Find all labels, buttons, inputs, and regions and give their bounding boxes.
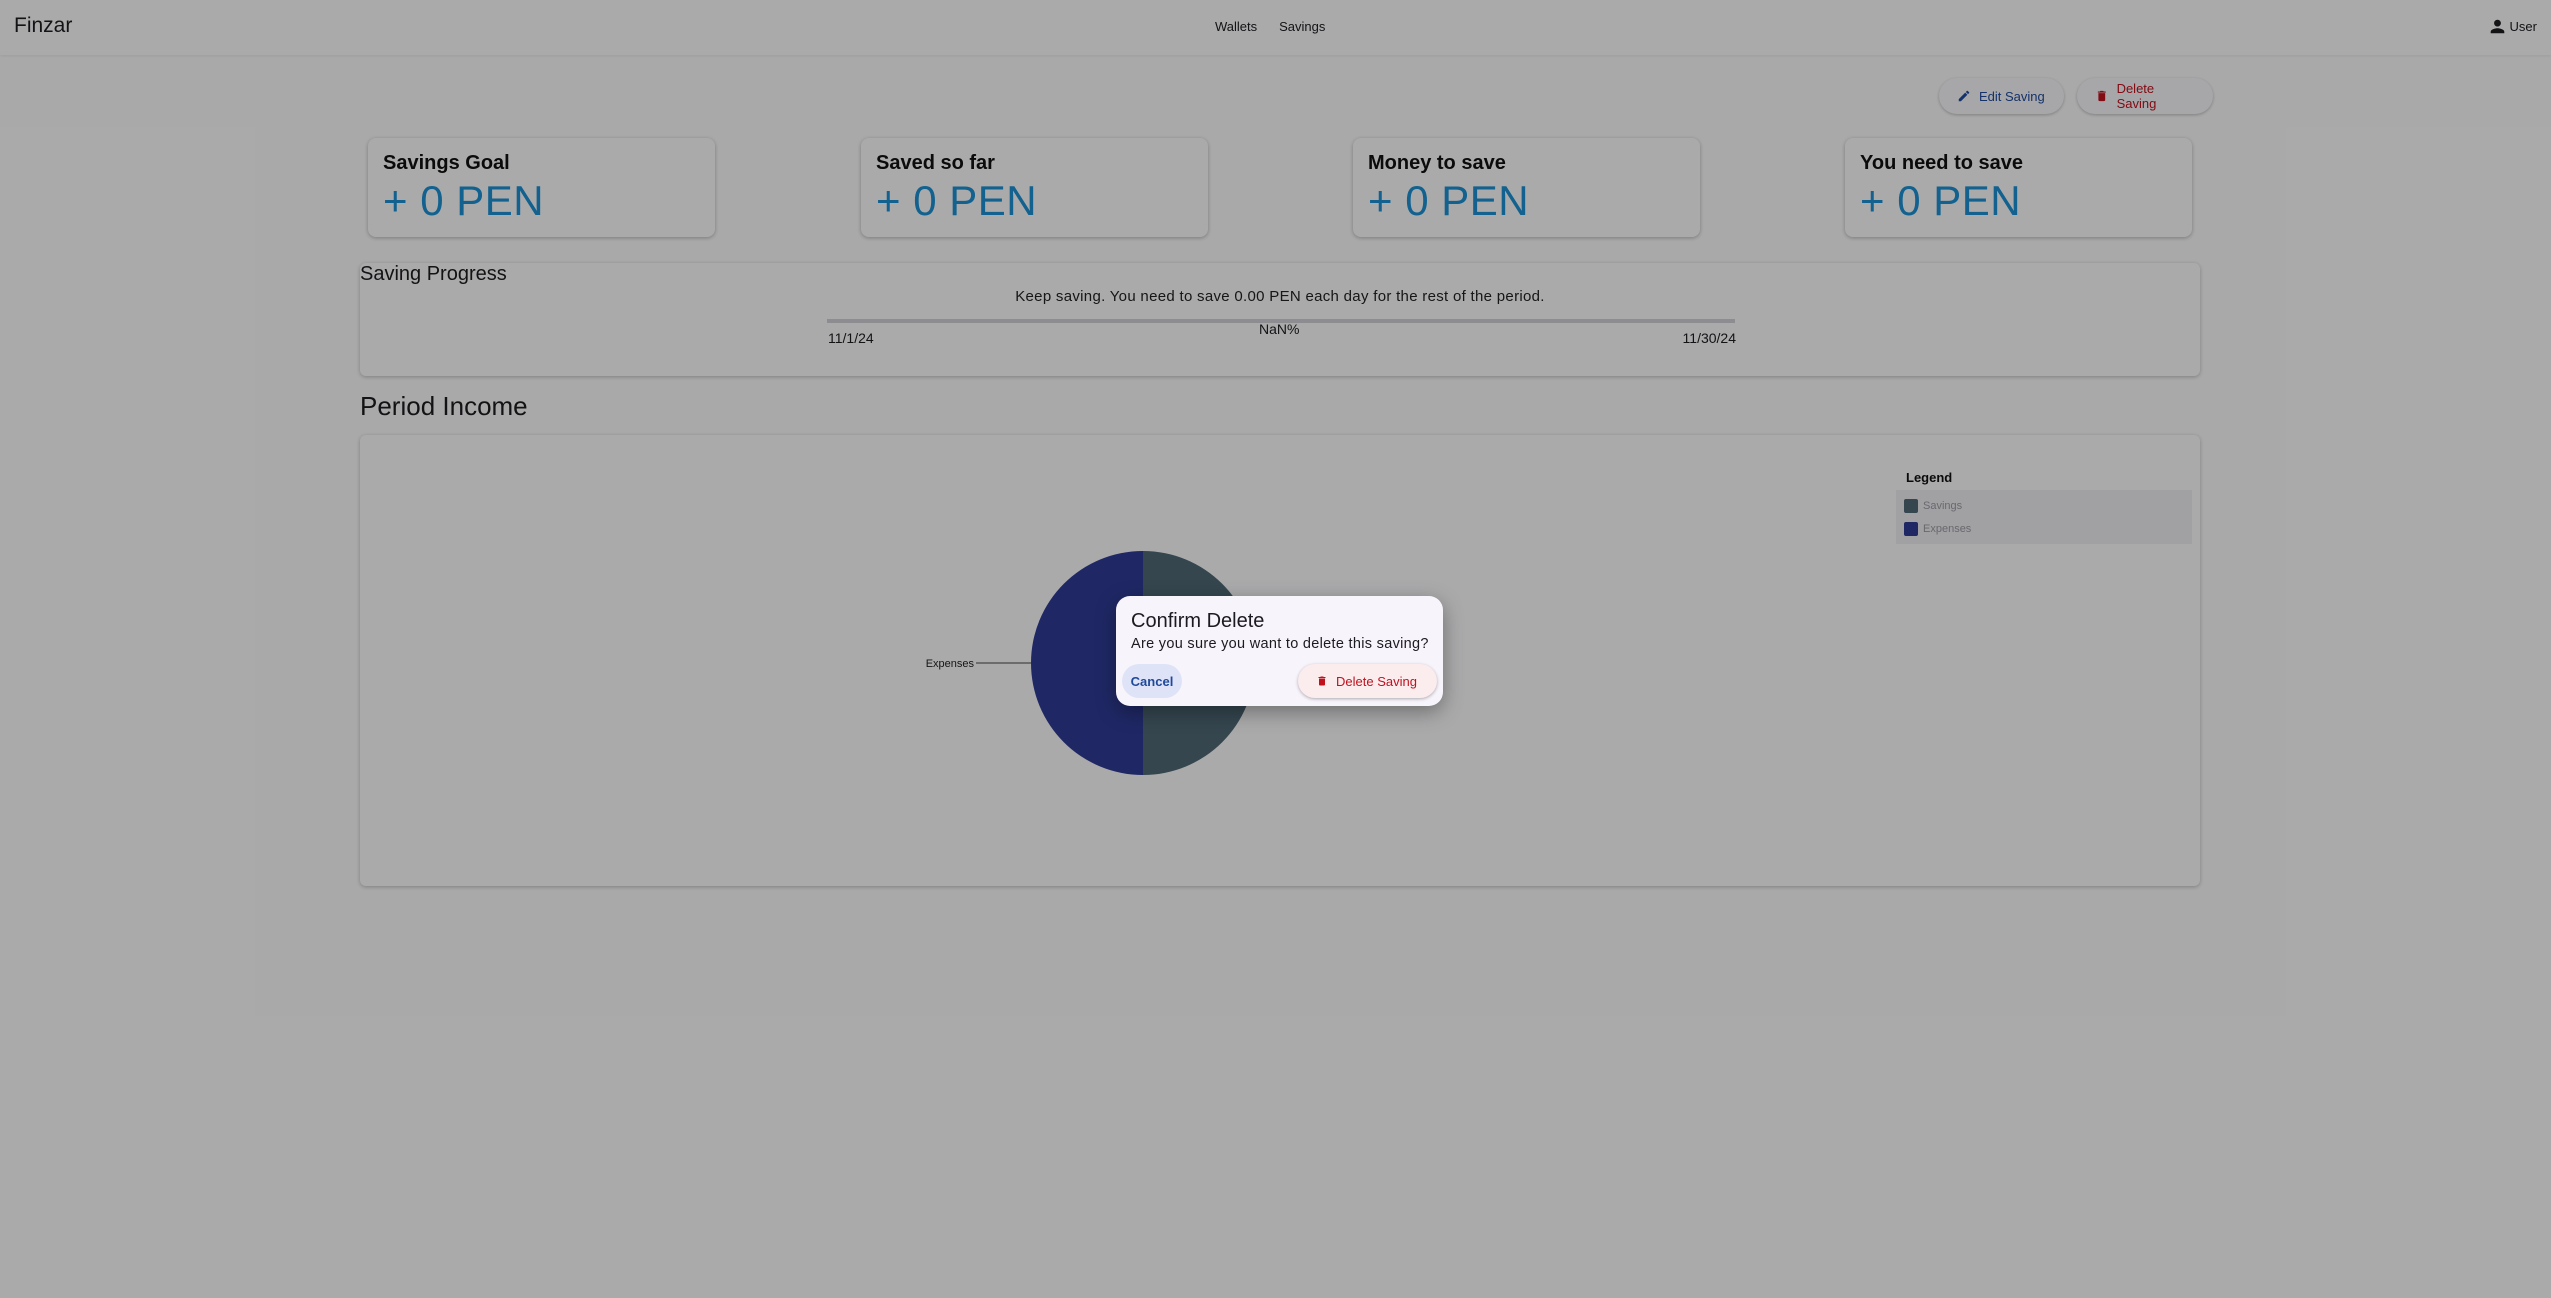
cancel-button[interactable]: Cancel	[1122, 664, 1182, 698]
confirm-delete-label: Delete Saving	[1336, 673, 1417, 689]
confirm-delete-dialog: Confirm Delete Are you sure you want to …	[1116, 596, 1443, 706]
confirm-delete-button[interactable]: Delete Saving	[1298, 664, 1437, 698]
dialog-title: Confirm Delete	[1131, 610, 1265, 632]
trash-icon	[1318, 676, 1326, 686]
dialog-message: Are you sure you want to delete this sav…	[1131, 636, 1429, 652]
